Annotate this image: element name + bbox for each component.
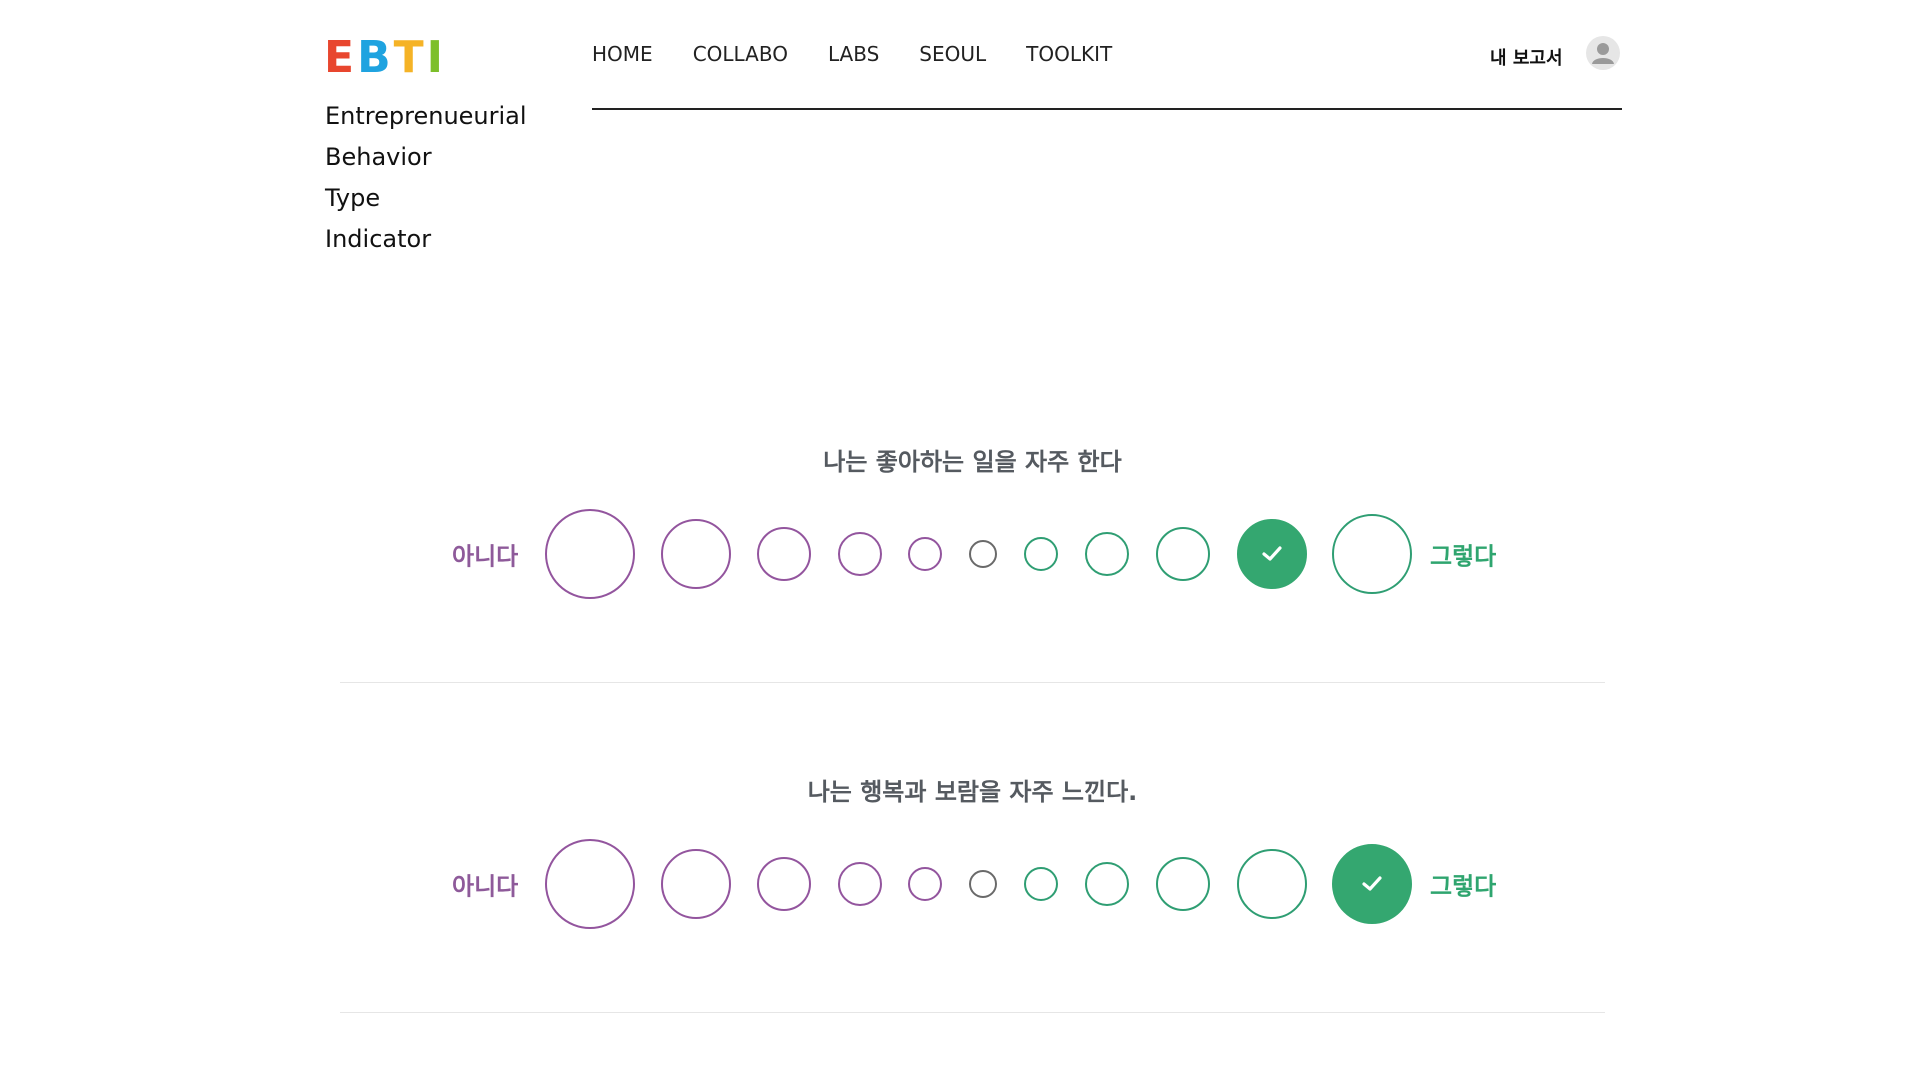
tagline-line: Indicator [325,225,432,253]
scale-label-disagree: 아니다 [452,542,519,571]
likert-option-11[interactable] [1332,844,1412,924]
likert-option-9[interactable] [1156,527,1210,581]
scale-label-agree: 그렇다 [1430,872,1497,901]
nav-item-home[interactable]: HOME [592,42,653,66]
likert-option-6[interactable] [969,540,997,568]
survey-question: 나는 좋아하는 일을 자주 한다 아니다 그렇다 [340,430,1605,690]
checkmark-icon [1261,545,1283,563]
question-divider [340,1012,1605,1013]
likert-option-4[interactable] [838,862,882,906]
main-nav: HOME COLLABO LABS SEOUL TOOLKIT [592,42,1112,66]
logo-letter-b: B [357,32,394,83]
scale-label-disagree: 아니다 [452,872,519,901]
likert-option-10[interactable] [1237,849,1307,919]
logo-letter-t: T [393,32,427,83]
likert-option-3[interactable] [757,857,811,911]
tagline-line: Entreprenueurial [325,102,527,130]
nav-item-labs[interactable]: LABS [828,42,879,66]
question-text: 나는 좋아하는 일을 자주 한다 [823,448,1122,476]
nav-item-collabo[interactable]: COLLABO [693,42,788,66]
likert-option-8[interactable] [1085,532,1129,576]
survey-question: 나는 행복과 보람을 자주 느낀다. 아니다 그렇다 [340,760,1605,1020]
nav-divider [592,108,1622,110]
likert-option-3[interactable] [757,527,811,581]
likert-option-4[interactable] [838,532,882,576]
nav-item-seoul[interactable]: SEOUL [919,42,986,66]
logo-letter-e: E [324,32,358,83]
question-text: 나는 행복과 보람을 자주 느낀다. [807,778,1138,806]
likert-option-9[interactable] [1156,857,1210,911]
scale-label-agree: 그렇다 [1430,542,1497,571]
likert-option-11[interactable] [1332,514,1412,594]
likert-option-5[interactable] [908,867,942,901]
question-divider [340,682,1605,683]
user-avatar-icon[interactable] [1586,36,1620,70]
my-report-link[interactable]: 내 보고서 [1490,44,1563,70]
page: EBTI Entreprenueurial Behavior Type Indi… [0,0,1920,1080]
nav-item-toolkit[interactable]: TOOLKIT [1026,42,1112,66]
likert-option-10[interactable] [1237,519,1307,589]
likert-option-5[interactable] [908,537,942,571]
likert-option-2[interactable] [661,519,731,589]
checkmark-icon [1361,875,1383,893]
likert-option-8[interactable] [1085,862,1129,906]
ebti-logo[interactable]: EBTI [324,36,446,80]
likert-option-1[interactable] [545,839,635,929]
logo-letter-i: I [426,32,446,83]
likert-option-1[interactable] [545,509,635,599]
likert-option-2[interactable] [661,849,731,919]
tagline-line: Type [325,184,381,212]
likert-option-7[interactable] [1024,537,1058,571]
brand-tagline: Entreprenueurial Behavior Type Indicator [325,96,527,260]
likert-option-7[interactable] [1024,867,1058,901]
likert-option-6[interactable] [969,870,997,898]
tagline-line: Behavior [325,143,432,171]
